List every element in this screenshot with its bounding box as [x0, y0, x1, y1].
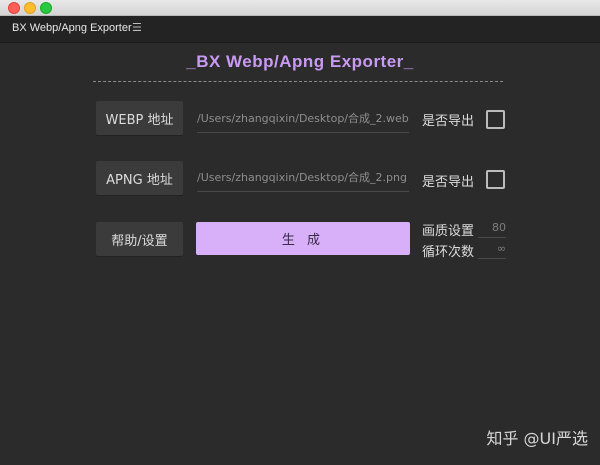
- generate-button[interactable]: 生 成: [196, 222, 410, 255]
- maximize-window-button[interactable]: [40, 2, 52, 14]
- apng-export-checkbox[interactable]: [486, 170, 505, 189]
- title-divider: [93, 81, 503, 82]
- loop-count-input[interactable]: ∞: [478, 240, 506, 259]
- window-titlebar: [0, 0, 600, 16]
- loop-count-label: 循环次数: [422, 245, 475, 260]
- minimize-window-button[interactable]: [24, 2, 36, 14]
- watermark-text: 知乎 @UI严选: [486, 429, 588, 448]
- webp-path-button[interactable]: WEBP 地址: [96, 101, 183, 135]
- apng-export-label: 是否导出: [422, 175, 475, 190]
- apng-path-input[interactable]: /Users/zhangqixin/Desktop/合成_2.png: [197, 165, 409, 192]
- webp-path-input[interactable]: /Users/zhangqixin/Desktop/合成_2.webp: [197, 106, 409, 133]
- panel-tab-bar: BX Webp/Apng Exporter ☰: [0, 16, 600, 43]
- help-settings-button[interactable]: 帮助/设置: [96, 222, 183, 256]
- apng-path-button[interactable]: APNG 地址: [96, 161, 183, 195]
- quality-label: 画质设置: [422, 224, 475, 239]
- hamburger-icon[interactable]: ☰: [132, 21, 142, 34]
- close-window-button[interactable]: [8, 2, 20, 14]
- panel-tab-title[interactable]: BX Webp/Apng Exporter: [12, 22, 132, 34]
- webp-export-label: 是否导出: [422, 114, 475, 129]
- panel-title: _BX Webp/Apng Exporter_: [186, 52, 414, 71]
- webp-export-checkbox[interactable]: [486, 110, 505, 129]
- quality-input[interactable]: 80: [478, 219, 506, 238]
